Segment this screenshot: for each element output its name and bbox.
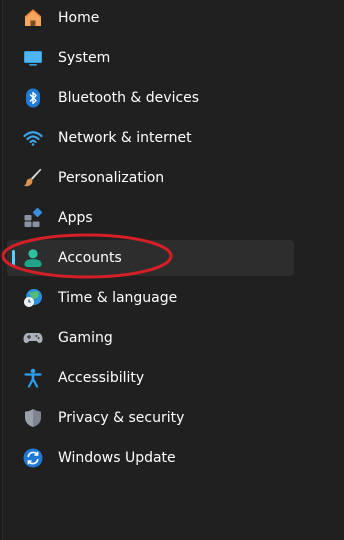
nav-label: Network & internet xyxy=(58,130,192,146)
nav-label: Privacy & security xyxy=(58,410,185,426)
nav-label: Home xyxy=(58,10,100,26)
brush-icon xyxy=(23,168,43,188)
settings-nav: Home System Bluetooth & devices Network … xyxy=(7,0,294,476)
wifi-icon xyxy=(23,128,43,148)
nav-label: Gaming xyxy=(58,330,113,346)
shield-icon xyxy=(23,408,43,428)
nav-label: Accounts xyxy=(58,250,122,266)
globe-clock-icon xyxy=(23,288,43,308)
nav-item-system[interactable]: System xyxy=(7,40,294,76)
apps-icon xyxy=(23,208,43,228)
nav-label: Bluetooth & devices xyxy=(58,90,200,106)
bluetooth-icon xyxy=(23,88,43,108)
nav-label: Personalization xyxy=(58,170,165,186)
nav-item-apps[interactable]: Apps xyxy=(7,200,294,236)
nav-item-home[interactable]: Home xyxy=(7,0,294,36)
nav-label: Apps xyxy=(58,210,93,226)
gamepad-icon xyxy=(23,328,43,348)
nav-item-windows-update[interactable]: Windows Update xyxy=(7,440,294,476)
home-icon xyxy=(23,8,43,28)
nav-item-network[interactable]: Network & internet xyxy=(7,120,294,156)
nav-item-privacy-security[interactable]: Privacy & security xyxy=(7,400,294,436)
nav-label: System xyxy=(58,50,111,66)
selection-indicator xyxy=(12,250,15,266)
nav-label: Accessibility xyxy=(58,370,145,386)
system-icon xyxy=(23,48,43,68)
nav-item-bluetooth[interactable]: Bluetooth & devices xyxy=(7,80,294,116)
nav-item-gaming[interactable]: Gaming xyxy=(7,320,294,356)
settings-navigation-pane: Home System Bluetooth & devices Network … xyxy=(2,0,344,540)
nav-label: Time & language xyxy=(58,290,178,306)
nav-item-accessibility[interactable]: Accessibility xyxy=(7,360,294,396)
nav-item-personalization[interactable]: Personalization xyxy=(7,160,294,196)
account-icon xyxy=(23,248,43,268)
nav-item-time-language[interactable]: Time & language xyxy=(7,280,294,316)
nav-item-accounts[interactable]: Accounts xyxy=(7,240,294,276)
update-icon xyxy=(23,448,43,468)
accessibility-icon xyxy=(23,368,43,388)
nav-label: Windows Update xyxy=(58,450,176,466)
